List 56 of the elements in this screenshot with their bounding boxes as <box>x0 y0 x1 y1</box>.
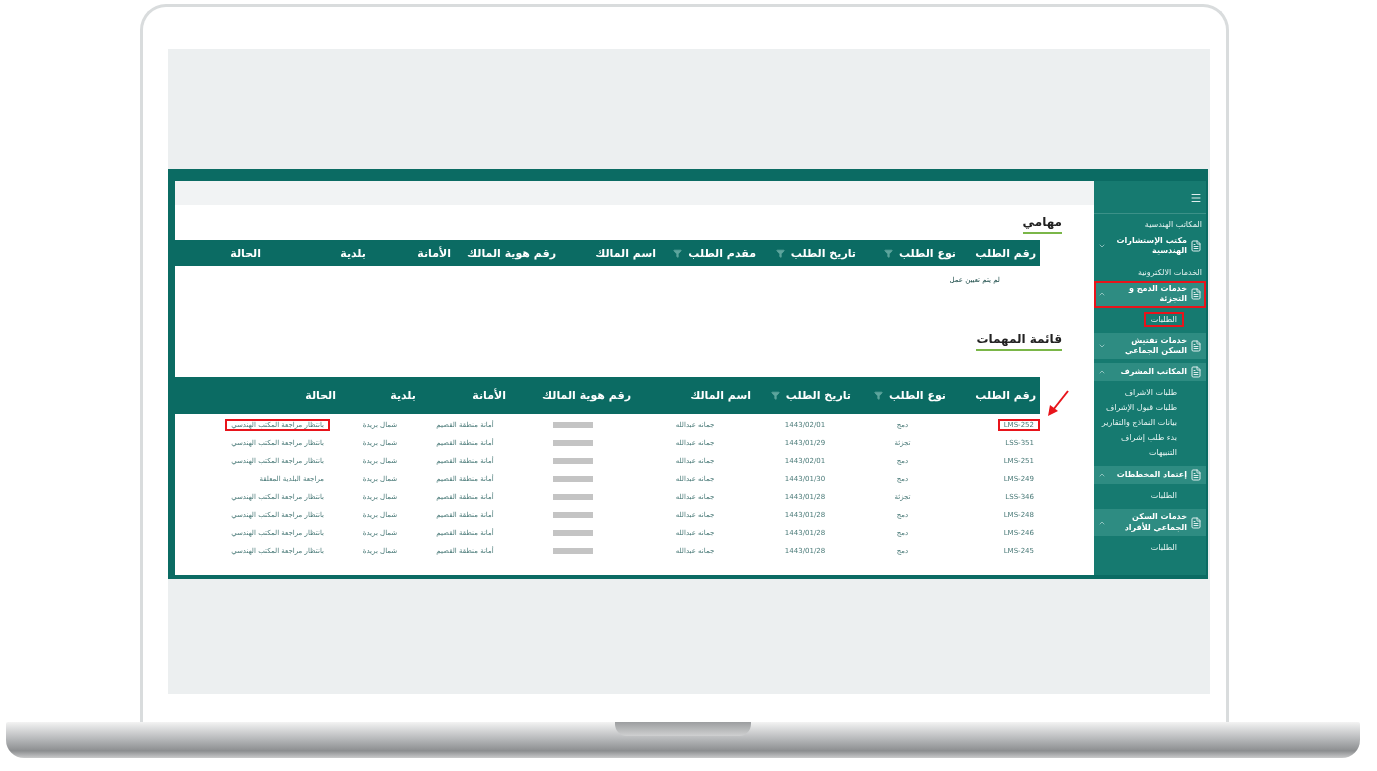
sidebar-subitem[interactable]: الطلبات <box>1143 488 1184 504</box>
arrow-annotation <box>1046 389 1070 417</box>
column-header[interactable]: بلدية <box>265 246 370 260</box>
sidebar-subitem[interactable]: بيانات النماذج والتقارير <box>1094 415 1184 431</box>
filter-icon[interactable] <box>775 248 785 258</box>
document-icon <box>1190 469 1202 482</box>
redacted-bar <box>552 548 593 554</box>
sidebar-item[interactable]: خدمات تفتيش السكن الجماعي <box>1094 332 1206 360</box>
sidebar-item[interactable]: إعتماد المخططات <box>1094 466 1206 485</box>
filter-icon[interactable] <box>883 248 893 258</box>
sidebar-subitem[interactable]: طلبات قبول الإشراف <box>1098 400 1184 416</box>
column-header[interactable]: الأمانة <box>370 246 455 260</box>
sidebar-subitem[interactable]: بدء طلب إشراف <box>1114 430 1184 446</box>
redacted-bar <box>552 458 593 464</box>
column-header[interactable]: الأمانة <box>420 389 510 402</box>
column-header[interactable]: نوع الطلب <box>860 246 960 260</box>
column-header[interactable]: الحالة <box>175 389 340 402</box>
sidebar-item[interactable]: مكتب الإستشارات الهندسية <box>1094 233 1206 260</box>
filter-icon[interactable] <box>673 248 683 258</box>
column-header[interactable]: الحالة <box>175 246 265 260</box>
document-icon <box>1190 339 1202 352</box>
filter-icon[interactable] <box>873 391 883 400</box>
document-icon <box>1190 366 1202 379</box>
sidebar-section-label: الخدمات الالكترونية <box>1136 266 1203 279</box>
redacted-bar <box>552 440 593 446</box>
column-header[interactable]: رقم الطلب <box>960 246 1040 260</box>
redacted-bar <box>552 530 593 536</box>
section-title: مهامي <box>1022 215 1062 234</box>
column-header[interactable]: تاريخ الطلب <box>760 246 860 260</box>
sidebar-item[interactable]: المكاتب المشرف <box>1094 363 1206 382</box>
column-header[interactable]: رقم هوية المالك <box>455 246 560 260</box>
section-title: قائمة المهمات <box>976 332 1062 351</box>
redacted-bar <box>552 512 593 518</box>
menu-icon[interactable] <box>1190 192 1202 204</box>
redacted-bar <box>552 476 593 482</box>
sidebar-subitem[interactable]: طلبات الاشراف <box>1117 385 1184 401</box>
column-header[interactable]: بلدية <box>340 389 420 402</box>
column-header[interactable]: رقم هوية المالك <box>510 389 635 402</box>
redacted-bar <box>552 494 593 500</box>
column-header[interactable]: نوع الطلب <box>855 389 950 402</box>
redacted-bar <box>552 422 593 428</box>
column-header[interactable]: مقدم الطلب <box>660 246 760 260</box>
column-header[interactable]: رقم الطلب <box>950 389 1040 402</box>
sidebar-subitem[interactable]: الطلبات <box>1143 540 1184 556</box>
document-icon <box>1190 240 1202 253</box>
sidebar-item[interactable]: خدمات السكن الجماعي للأفراد <box>1094 509 1206 537</box>
column-header[interactable]: اسم المالك <box>560 246 660 260</box>
document-icon <box>1190 288 1202 301</box>
sidebar-subitem[interactable]: التنبيهات <box>1142 445 1184 461</box>
filter-icon[interactable] <box>770 391 780 400</box>
column-header[interactable]: تاريخ الطلب <box>755 389 855 402</box>
column-header[interactable]: اسم المالك <box>635 389 755 402</box>
document-icon <box>1190 516 1202 529</box>
sidebar-subitem[interactable]: الطلبات <box>1143 311 1184 327</box>
sidebar-section-label: المكاتب الهندسية <box>1143 219 1203 231</box>
sidebar-item[interactable]: خدمات الدمج و التجزئة <box>1094 280 1206 308</box>
